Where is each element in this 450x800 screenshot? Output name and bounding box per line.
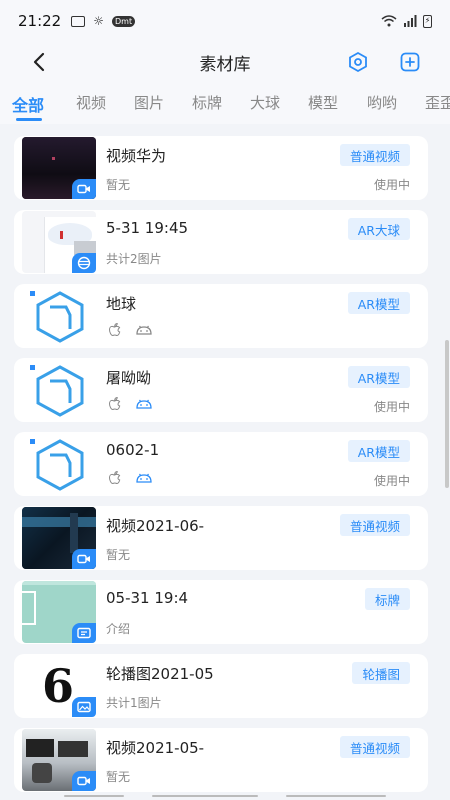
cube-model-icon	[30, 365, 84, 417]
item-type-tag: 普通视频	[339, 144, 410, 166]
tab-image[interactable]: 图片	[134, 92, 164, 113]
sim-badge: Dmt	[112, 15, 136, 27]
item-thumbnail	[22, 359, 96, 421]
list-item[interactable]: 屠呦呦 AR模型 使用中	[14, 358, 428, 422]
video-icon	[72, 771, 96, 791]
status-bar: 21:22 ☼ Dmt ⚡	[0, 0, 450, 42]
tab-big-ball[interactable]: 大球	[250, 92, 280, 113]
list-item[interactable]: 0602-1 AR模型 使用中	[14, 432, 428, 496]
nav-indicator	[64, 795, 124, 797]
list-item[interactable]: 6 轮播图2021-05 共计1图片 轮播图	[14, 654, 428, 718]
list-item[interactable]: 地球 AR模型	[14, 284, 428, 348]
scrollbar[interactable]	[445, 340, 449, 488]
tab-video[interactable]: 视频	[76, 92, 106, 113]
list-item[interactable]: 5-31 19:45 共计2图片 AR大球	[14, 210, 428, 274]
apple-icon	[108, 322, 121, 337]
plus-square-icon	[400, 52, 420, 72]
platform-icons	[106, 395, 154, 413]
cube-model-icon	[30, 291, 84, 343]
signal-icon	[404, 15, 417, 27]
platform-icons	[106, 321, 154, 339]
item-thumbnail	[22, 581, 96, 643]
nav-indicator	[286, 795, 386, 797]
hexagon-settings-icon	[349, 51, 367, 73]
battery-icon: ⚡	[423, 14, 432, 28]
settings-button[interactable]	[344, 48, 372, 76]
category-tabs: 全部 视频 图片 标牌 大球 模型 哟哟 歪歪	[0, 82, 450, 124]
item-type-tag: 普通视频	[339, 514, 410, 536]
item-thumbnail	[22, 507, 96, 569]
item-name: 5-31 19:45	[106, 219, 189, 237]
android-icon	[136, 325, 152, 335]
globe-icon	[72, 253, 96, 273]
item-type-tag: 轮播图	[352, 662, 410, 684]
apple-icon	[108, 470, 121, 485]
list-item[interactable]: 视频2021-05- 暂无 普通视频	[14, 728, 428, 792]
item-name: 视频华为	[106, 147, 167, 165]
item-name: 地球	[106, 295, 137, 313]
item-thumbnail	[22, 211, 96, 273]
weather-icon: ☼	[93, 14, 104, 28]
item-name: 05-31 19:4	[106, 589, 189, 607]
tab-model[interactable]: 模型	[308, 92, 338, 113]
item-description: 暂无	[106, 178, 131, 192]
item-description: 暂无	[106, 770, 131, 784]
chevron-left-icon	[33, 52, 45, 72]
status-time: 21:22	[18, 12, 62, 30]
item-thumbnail	[22, 285, 96, 347]
android-icon	[136, 473, 152, 483]
item-type-tag: AR大球	[347, 218, 410, 240]
back-button[interactable]	[26, 48, 54, 76]
app-header: 素材库	[0, 42, 450, 82]
item-name: 轮播图2021-05	[106, 665, 214, 683]
tab-all[interactable]: 全部	[12, 92, 44, 116]
status-system-icons: ⚡	[381, 14, 432, 28]
item-description: 介绍	[106, 622, 131, 636]
item-status: 使用中	[373, 474, 410, 488]
active-tab-indicator	[16, 118, 42, 121]
item-description: 共计2图片	[106, 252, 162, 266]
video-icon	[72, 549, 96, 569]
list-item[interactable]: 视频华为 暂无 普通视频 使用中	[14, 136, 428, 200]
sign-icon	[72, 623, 96, 643]
item-status: 使用中	[373, 400, 410, 414]
image-notification-icon	[71, 15, 86, 27]
item-description: 暂无	[106, 548, 131, 562]
item-type-tag: AR模型	[347, 440, 410, 462]
item-description: 共计1图片	[106, 696, 162, 710]
item-name: 屠呦呦	[106, 369, 152, 387]
item-name: 0602-1	[106, 441, 160, 459]
cube-model-icon	[30, 439, 84, 491]
list-item[interactable]: 视频2021-06- 暂无 普通视频	[14, 506, 428, 570]
item-thumbnail	[22, 729, 96, 791]
image-icon	[72, 697, 96, 717]
item-thumbnail: 6	[22, 655, 96, 717]
item-type-tag: 标牌	[364, 588, 410, 610]
item-type-tag: AR模型	[347, 366, 410, 388]
thumbnail-number: 6	[42, 659, 75, 713]
status-notification-icons: ☼ Dmt	[71, 14, 136, 28]
tab-yoyo[interactable]: 哟哟	[367, 92, 397, 113]
tab-waiwai[interactable]: 歪歪	[425, 92, 450, 113]
android-icon	[136, 399, 152, 409]
platform-icons	[106, 469, 154, 487]
item-type-tag: AR模型	[347, 292, 410, 314]
tab-sign[interactable]: 标牌	[192, 92, 222, 113]
wifi-icon	[381, 15, 397, 27]
item-thumbnail	[22, 137, 96, 199]
item-name: 视频2021-05-	[106, 739, 205, 757]
item-thumbnail	[22, 433, 96, 495]
add-button[interactable]	[396, 48, 424, 76]
item-status: 使用中	[373, 178, 410, 192]
apple-icon	[108, 396, 121, 411]
item-type-tag: 普通视频	[339, 736, 410, 758]
nav-indicator	[152, 795, 258, 797]
list-item[interactable]: 05-31 19:4 介绍 标牌	[14, 580, 428, 644]
item-name: 视频2021-06-	[106, 517, 205, 535]
material-list: 视频华为 暂无 普通视频 使用中 5-31 19:45 共计2图片 AR大球 地	[0, 124, 450, 796]
video-icon	[72, 179, 96, 199]
page-title: 素材库	[199, 54, 251, 75]
